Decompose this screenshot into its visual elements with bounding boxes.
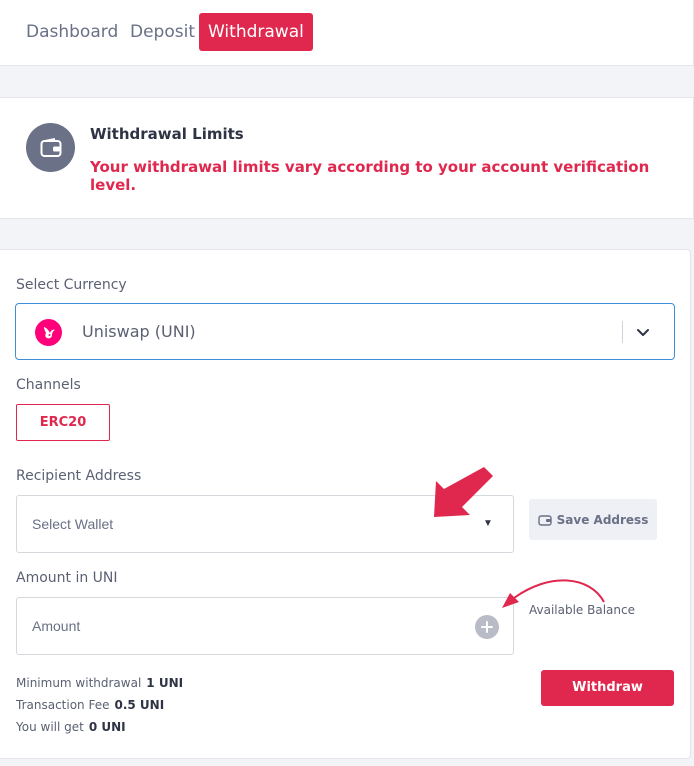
max-amount-plus-icon[interactable]	[475, 615, 499, 639]
withdraw-button[interactable]: Withdraw	[541, 670, 674, 706]
info-value: 0 UNI	[88, 720, 126, 734]
save-address-label: Save Address	[556, 512, 649, 527]
amount-label: Amount in UNI	[16, 570, 118, 586]
transaction-fee-row: Transaction Fee 0.5 UNI	[16, 698, 164, 712]
uniswap-logo-icon	[35, 319, 62, 346]
wallet-icon	[537, 514, 552, 526]
limits-title: Withdrawal Limits	[90, 125, 244, 143]
wallet-select[interactable]: Select Wallet ▼	[16, 495, 514, 553]
wallet-select-placeholder: Select Wallet	[32, 516, 114, 532]
amount-input[interactable]: Amount	[16, 597, 514, 655]
info-label: Transaction Fee	[16, 698, 110, 712]
wallet-icon	[26, 123, 75, 172]
info-value: 0.5 UNI	[114, 698, 165, 712]
channel-erc20-button[interactable]: ERC20	[16, 404, 110, 441]
info-label: You will get	[16, 720, 84, 734]
currency-select[interactable]: Uniswap (UNI)	[15, 303, 675, 360]
info-value: 1 UNI	[146, 676, 184, 690]
amount-placeholder: Amount	[32, 618, 81, 634]
selected-currency: Uniswap (UNI)	[82, 322, 196, 341]
tab-dashboard[interactable]: Dashboard	[17, 13, 127, 51]
withdrawal-limits-card: Withdrawal Limits Your withdrawal limits…	[0, 97, 694, 219]
limits-warning-text: Your withdrawal limits vary according to…	[90, 158, 650, 194]
chevron-down-icon[interactable]	[633, 322, 653, 342]
tab-withdrawal[interactable]: Withdrawal	[199, 13, 313, 51]
channels-label: Channels	[16, 377, 81, 393]
info-label: Minimum withdrawal	[16, 676, 142, 690]
tabs-bar: Dashboard Deposit Withdrawal	[0, 0, 694, 66]
save-address-button[interactable]: Save Address	[529, 499, 657, 540]
you-will-get-row: You will get 0 UNI	[16, 720, 126, 734]
tab-deposit[interactable]: Deposit	[121, 13, 204, 51]
select-divider	[622, 321, 623, 343]
minimum-withdrawal-row: Minimum withdrawal 1 UNI	[16, 676, 183, 690]
caret-down-icon: ▼	[483, 518, 493, 529]
select-currency-label: Select Currency	[16, 277, 127, 293]
recipient-address-label: Recipient Address	[16, 468, 142, 484]
available-balance-label: Available Balance	[529, 603, 635, 617]
